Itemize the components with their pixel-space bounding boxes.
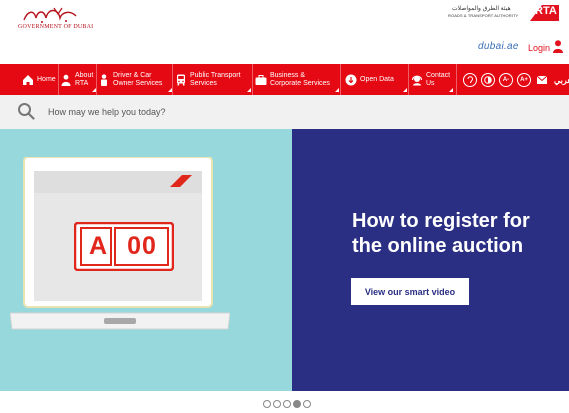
carousel-dot-active[interactable] bbox=[293, 400, 301, 408]
contrast-button[interactable] bbox=[481, 73, 495, 87]
submenu-indicator bbox=[247, 88, 251, 92]
banner-headline: How to register for the online auction bbox=[352, 210, 530, 257]
increase-font-button[interactable]: A+ bbox=[517, 73, 531, 87]
search-bar bbox=[0, 95, 569, 129]
nav-business-corporate-label: Business & Corporate Services bbox=[270, 71, 330, 87]
rta-english-name: ROADS & TRANSPORT AUTHORITY bbox=[448, 13, 519, 18]
login-link[interactable]: Login bbox=[528, 43, 550, 53]
view-video-button[interactable]: View our smart video bbox=[351, 278, 469, 305]
nav-home-label: Home bbox=[37, 75, 56, 83]
bus-icon bbox=[177, 74, 185, 85]
submenu-indicator bbox=[335, 88, 339, 92]
nav-home[interactable]: Home bbox=[22, 64, 58, 95]
data-icon bbox=[345, 74, 357, 85]
page: GOVERNMENT OF DUBAI هيئة الطرق والمواصلا… bbox=[0, 0, 569, 413]
plate-letter: A bbox=[88, 232, 108, 260]
nav-divider bbox=[340, 64, 341, 95]
language-switch[interactable]: عربي bbox=[554, 76, 569, 85]
nav-about-rta-label: About RTA bbox=[75, 71, 94, 87]
nav-public-transport-label: Public Transport Services bbox=[190, 71, 241, 87]
nav-public-transport[interactable]: Public Transport Services bbox=[175, 64, 251, 95]
hero-banner: A 00 How to register for the online auct… bbox=[0, 129, 569, 391]
listen-button[interactable] bbox=[463, 73, 477, 87]
nav-about-rta[interactable]: About RTA bbox=[60, 64, 96, 95]
nav-divider bbox=[172, 64, 173, 95]
decrease-font-button[interactable]: A- bbox=[499, 73, 513, 87]
rta-arabic-name: هيئة الطرق والمواصلات bbox=[452, 6, 511, 12]
nav-divider bbox=[96, 64, 97, 95]
nav-contact-us-label: Contact Us bbox=[426, 71, 451, 87]
nav-divider bbox=[408, 64, 409, 95]
home-icon bbox=[23, 74, 33, 85]
nav-contact-us[interactable]: Contact Us bbox=[411, 64, 453, 95]
driver-icon bbox=[101, 73, 107, 86]
submenu-indicator bbox=[449, 88, 453, 92]
ear-icon bbox=[467, 76, 474, 84]
people-icon bbox=[61, 74, 71, 86]
government-of-dubai-text: GOVERNMENT OF DUBAI bbox=[18, 24, 94, 30]
banner-text-panel bbox=[292, 129, 569, 391]
search-input[interactable] bbox=[48, 104, 448, 120]
carousel-dot[interactable] bbox=[273, 400, 281, 408]
briefcase-icon bbox=[255, 74, 267, 85]
headset-icon bbox=[411, 75, 423, 85]
nav-business-corporate[interactable]: Business & Corporate Services bbox=[255, 64, 339, 95]
nav-open-data[interactable]: Open Data bbox=[345, 64, 407, 95]
submenu-indicator bbox=[403, 88, 407, 92]
nav-driver-car-owner[interactable]: Driver & Car Owner Services bbox=[98, 64, 172, 95]
carousel-dot[interactable] bbox=[283, 400, 291, 408]
carousel-pagination bbox=[263, 400, 311, 410]
carousel-dot[interactable] bbox=[263, 400, 271, 408]
rta-logo-text: RTA bbox=[535, 5, 557, 17]
carousel-dot[interactable] bbox=[303, 400, 311, 408]
mail-icon[interactable] bbox=[537, 76, 547, 84]
main-navigation: Home About RTA Driver & Car Owner Servic… bbox=[0, 64, 569, 95]
nav-open-data-label: Open Data bbox=[360, 75, 394, 83]
nav-divider bbox=[252, 64, 253, 95]
nav-driver-car-owner-label: Driver & Car Owner Services bbox=[113, 71, 163, 87]
site-header: GOVERNMENT OF DUBAI هيئة الطرق والمواصلا… bbox=[0, 0, 569, 64]
contrast-icon bbox=[484, 76, 492, 84]
user-icon[interactable] bbox=[553, 40, 563, 53]
search-icon[interactable] bbox=[17, 102, 35, 120]
nav-divider bbox=[456, 64, 457, 95]
plate-number: 00 bbox=[127, 232, 157, 260]
dubai-ae-link[interactable]: dubai.ae bbox=[478, 41, 519, 52]
nav-divider bbox=[58, 64, 59, 95]
